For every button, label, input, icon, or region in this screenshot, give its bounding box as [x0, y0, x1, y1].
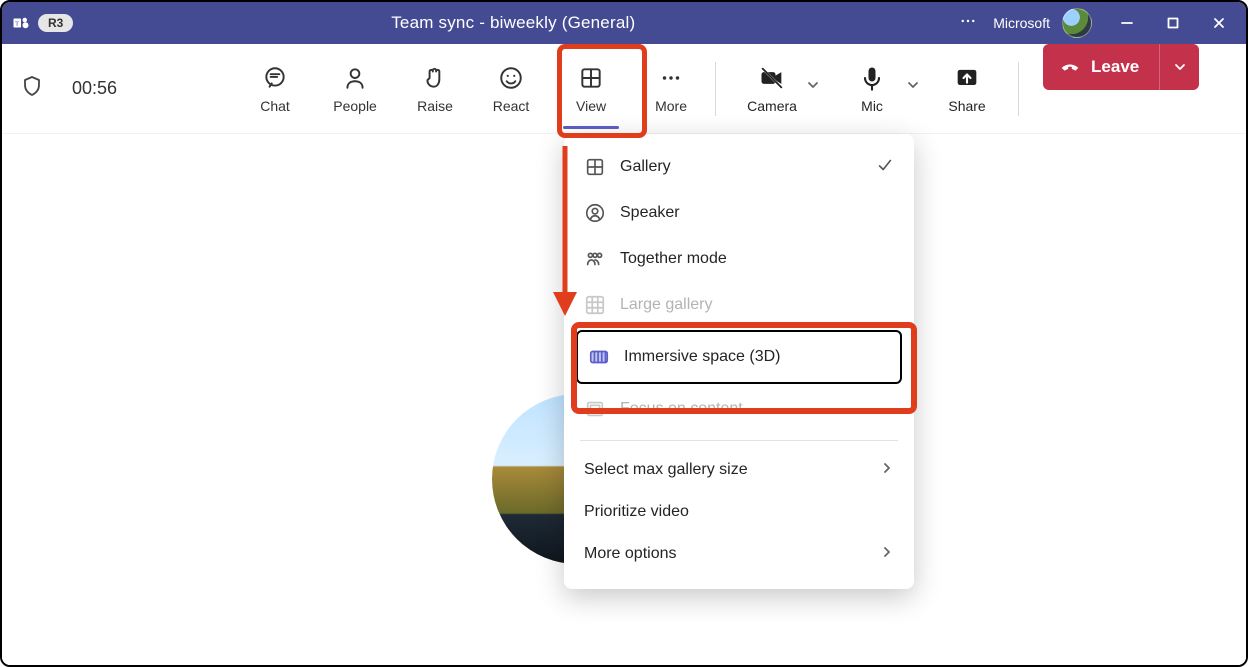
chat-icon [261, 64, 289, 92]
share-icon [953, 64, 981, 92]
more-options-label: More options [584, 545, 677, 563]
more-icon [657, 64, 685, 92]
mic-icon [858, 64, 886, 92]
mic-chevron-icon[interactable] [906, 78, 920, 97]
view-option-together[interactable]: Together mode [564, 236, 914, 282]
focus-label: Focus on content [620, 400, 743, 418]
camera-off-icon [758, 64, 786, 92]
people-button[interactable]: People [313, 44, 397, 133]
toolbar-actions: Chat People Raise React [237, 44, 1199, 133]
share-button[interactable]: Share [922, 44, 1012, 133]
meeting-timer: 00:56 [72, 78, 117, 99]
build-tag: R3 [38, 14, 73, 32]
teams-logo-icon: T [12, 14, 30, 32]
leave-split-button[interactable] [1159, 44, 1199, 90]
leave-button[interactable]: Leave [1043, 44, 1159, 90]
mic-label: Mic [861, 98, 883, 114]
chat-label: Chat [260, 98, 290, 114]
av-controls: Camera Mic Share [722, 44, 1012, 133]
dropdown-separator [580, 440, 898, 441]
large-gallery-label: Large gallery [620, 296, 713, 314]
view-option-more[interactable]: More options [564, 533, 914, 575]
mic-button[interactable]: Mic [822, 44, 922, 133]
minimize-button[interactable] [1104, 2, 1150, 44]
view-option-speaker[interactable]: Speaker [564, 190, 914, 236]
large-gallery-icon [584, 294, 606, 316]
teams-meeting-window: T R3 Team sync - biweekly (General) Micr… [0, 0, 1248, 667]
chat-button[interactable]: Chat [237, 44, 313, 133]
camera-label: Camera [747, 98, 797, 114]
brand-label: Microsoft [989, 15, 1054, 31]
immersive-label: Immersive space (3D) [624, 348, 780, 366]
raise-hand-button[interactable]: Raise [397, 44, 473, 133]
chevron-right-icon [880, 545, 894, 564]
focus-icon [584, 398, 606, 420]
privacy-shield-icon[interactable] [20, 74, 44, 103]
view-active-underline [563, 126, 619, 129]
camera-chevron-icon[interactable] [806, 78, 820, 97]
view-dropdown: Gallery Speaker Together mode Large gall… [564, 134, 914, 589]
view-label: View [576, 98, 606, 114]
view-option-select-max[interactable]: Select max gallery size [564, 449, 914, 491]
view-option-large-gallery: Large gallery [564, 282, 914, 328]
leave-control: Leave [1043, 44, 1199, 90]
view-option-prioritize[interactable]: Prioritize video [564, 491, 914, 533]
react-icon [497, 64, 525, 92]
user-avatar[interactable] [1062, 8, 1092, 38]
meeting-toolbar: 00:56 Chat People Raise [2, 44, 1246, 134]
titlebar-more-icon[interactable] [953, 12, 983, 35]
more-button[interactable]: More [633, 44, 709, 133]
camera-button[interactable]: Camera [722, 44, 822, 133]
toolbar-separator [715, 62, 716, 116]
toolbar-separator-2 [1018, 62, 1019, 116]
titlebar: T R3 Team sync - biweekly (General) Micr… [2, 2, 1246, 44]
together-label: Together mode [620, 250, 727, 268]
check-icon [876, 156, 894, 179]
gallery-icon [584, 156, 606, 178]
raise-label: Raise [417, 98, 453, 114]
maximize-button[interactable] [1150, 2, 1196, 44]
speaker-label: Speaker [620, 204, 680, 222]
together-icon [584, 248, 606, 270]
immersive-icon [588, 346, 610, 368]
select-max-label: Select max gallery size [584, 461, 748, 479]
more-label: More [655, 98, 687, 114]
view-icon [577, 64, 605, 92]
view-option-focus: Focus on content [564, 386, 914, 432]
view-option-immersive[interactable]: Immersive space (3D) [576, 330, 902, 384]
titlebar-left: T R3 [12, 14, 73, 32]
people-label: People [333, 98, 377, 114]
window-title: Team sync - biweekly (General) [73, 13, 953, 33]
view-button[interactable]: View [549, 44, 633, 133]
chevron-right-icon [880, 461, 894, 480]
chevron-down-icon [1173, 60, 1187, 74]
react-button[interactable]: React [473, 44, 549, 133]
speaker-icon [584, 202, 606, 224]
prioritize-label: Prioritize video [584, 503, 689, 521]
hangup-icon [1059, 56, 1081, 78]
titlebar-right: Microsoft [953, 2, 1242, 44]
react-label: React [493, 98, 530, 114]
share-label: Share [948, 98, 985, 114]
people-icon [341, 64, 369, 92]
leave-label: Leave [1091, 57, 1139, 77]
raise-hand-icon [421, 64, 449, 92]
close-button[interactable] [1196, 2, 1242, 44]
view-option-gallery[interactable]: Gallery [564, 144, 914, 190]
gallery-label: Gallery [620, 158, 671, 176]
window-controls [1104, 2, 1242, 44]
